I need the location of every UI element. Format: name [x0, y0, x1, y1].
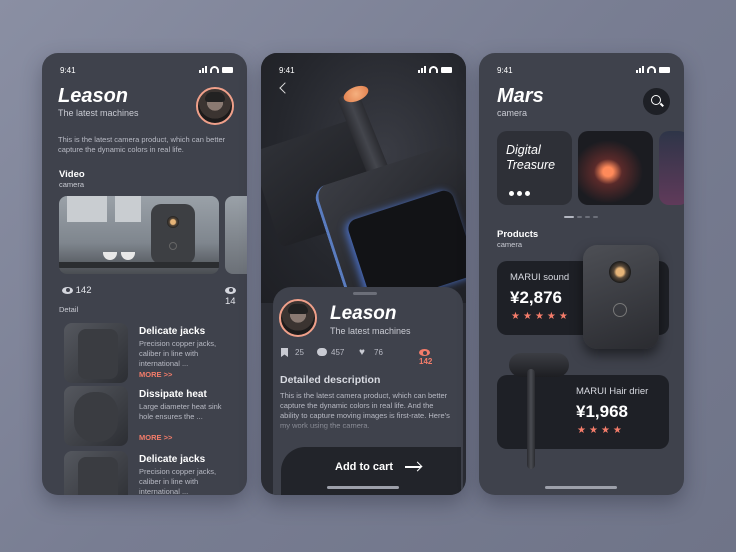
avatar[interactable] [196, 87, 234, 125]
status-time: 9:41 [279, 66, 295, 75]
page-subtitle: camera [497, 108, 528, 118]
battery-icon [222, 66, 233, 73]
battery-icon [441, 66, 452, 73]
rating-stars: ★ ★ ★ ★ [577, 426, 622, 436]
star-icon: ★ [522, 311, 532, 322]
view-count-second: 14 [225, 285, 247, 307]
featured-image-tile[interactable] [578, 131, 653, 205]
eye-icon [419, 349, 430, 357]
description-heading: Detailed description [280, 374, 381, 386]
arrow-right-icon [405, 466, 421, 468]
star-icon: ★ [577, 425, 586, 436]
signal-icon [636, 66, 644, 73]
comment-icon[interactable] [317, 348, 327, 356]
add-to-cart-label: Add to cart [335, 461, 394, 473]
intro-text: This is the latest camera product, which… [58, 135, 226, 154]
detail-title: Delicate jacks [139, 326, 206, 337]
products-heading: Products [497, 229, 539, 240]
wifi-icon [210, 66, 219, 73]
featured-tile[interactable]: Digital Treasure [497, 131, 572, 205]
page-subtitle: The latest machines [58, 108, 139, 118]
detail-item[interactable]: Delicate jacks Precision copper jacks, c… [64, 323, 244, 383]
view-count: 142 [62, 285, 92, 296]
product-name: MARUI sound [510, 272, 570, 283]
phone-screen-mars-shop: 9:41 Mars camera Digital Treasure Produc… [479, 53, 684, 495]
star-icon: ★ [600, 425, 610, 436]
detail-description: Large diameter heat sink hole ensures th… [139, 402, 222, 421]
views-count: 142 [419, 357, 433, 366]
star-icon: ★ [511, 311, 520, 322]
detail-thumbnail [64, 323, 128, 383]
featured-tile-text: Digital Treasure [506, 143, 556, 172]
home-indicator [327, 486, 399, 489]
eye-icon [225, 286, 236, 294]
more-dots-icon[interactable] [509, 191, 530, 196]
detail-title: Dissipate heat [139, 389, 207, 400]
product-hero-image [261, 53, 466, 308]
detail-sheet: Leason The latest machines 25 457 ♥ 76 1… [273, 287, 463, 495]
rating-stars: ★ ★ ★ ★ ★ [511, 312, 568, 322]
heart-icon[interactable]: ♥ [359, 347, 365, 358]
detail-item[interactable]: Delicate jacks Precision copper jacks, c… [64, 451, 244, 495]
featured-image-tile-next[interactable] [659, 131, 684, 205]
wifi-icon [647, 66, 656, 73]
status-bar: 9:41 [42, 65, 247, 77]
detail-thumbnail [64, 386, 128, 446]
eye-icon [62, 286, 73, 294]
status-bar: 9:41 [479, 65, 684, 77]
signal-icon [418, 66, 426, 73]
status-time: 9:41 [60, 66, 76, 75]
view-count-value: 142 [75, 285, 92, 296]
star-icon: ★ [534, 311, 544, 322]
page-title: Mars [497, 85, 544, 107]
search-button[interactable] [643, 88, 670, 115]
detail-heading: Detail [59, 305, 79, 314]
detail-description: Precision copper jacks, caliber in line … [139, 339, 217, 368]
bookmark-count: 25 [295, 348, 304, 357]
detail-thumbnail [64, 451, 128, 495]
more-link[interactable]: MORE >> [139, 433, 172, 442]
signal-icon [199, 66, 207, 73]
sheet-subtitle: The latest machines [330, 326, 411, 336]
bookmark-icon[interactable] [281, 348, 288, 357]
status-time: 9:41 [497, 66, 513, 75]
phone-screen-leason-detail: 9:41 Leason The latest machines 25 457 ♥… [261, 53, 466, 495]
wifi-icon [429, 66, 438, 73]
products-subheading: camera [497, 240, 523, 249]
avatar[interactable] [279, 299, 317, 337]
carousel-pager [564, 216, 598, 218]
product-image-speaker [583, 245, 659, 349]
star-icon: ★ [546, 311, 556, 322]
product-price: ¥1,968 [576, 402, 628, 421]
video-subheading: camera [59, 180, 85, 189]
sheet-title: Leason [330, 303, 397, 324]
detail-description: Precision copper jacks, caliber in line … [139, 467, 217, 495]
battery-icon [659, 66, 670, 73]
comment-count: 457 [331, 348, 345, 357]
product-price: ¥2,876 [510, 288, 562, 307]
product-name: MARUI Hair drier [576, 386, 649, 397]
detail-title: Delicate jacks [139, 454, 206, 465]
status-bar: 9:41 [261, 65, 466, 77]
description-text: This is the latest camera product, which… [280, 391, 450, 430]
product-card[interactable]: MARUI Hair drier ¥1,968 ★ ★ ★ ★ [497, 375, 669, 449]
sheet-drag-handle[interactable] [353, 292, 377, 295]
video-thumbnail-next[interactable] [225, 196, 247, 274]
views-indicator: 142 [419, 348, 432, 366]
video-thumbnail[interactable] [59, 196, 219, 274]
view-count-value: 14 [225, 296, 236, 307]
phone-screen-leason-list: 9:41 Leason The latest machines This is … [42, 53, 247, 495]
page-title: Leason [58, 85, 129, 107]
more-link[interactable]: MORE >> [139, 370, 172, 379]
star-icon: ★ [588, 425, 598, 436]
like-count: 76 [374, 348, 383, 357]
star-icon: ★ [558, 311, 568, 322]
video-heading: Video [59, 169, 85, 180]
star-icon: ★ [612, 425, 622, 436]
home-indicator [545, 486, 617, 489]
detail-item[interactable]: Dissipate heat Large diameter heat sink … [64, 386, 244, 446]
